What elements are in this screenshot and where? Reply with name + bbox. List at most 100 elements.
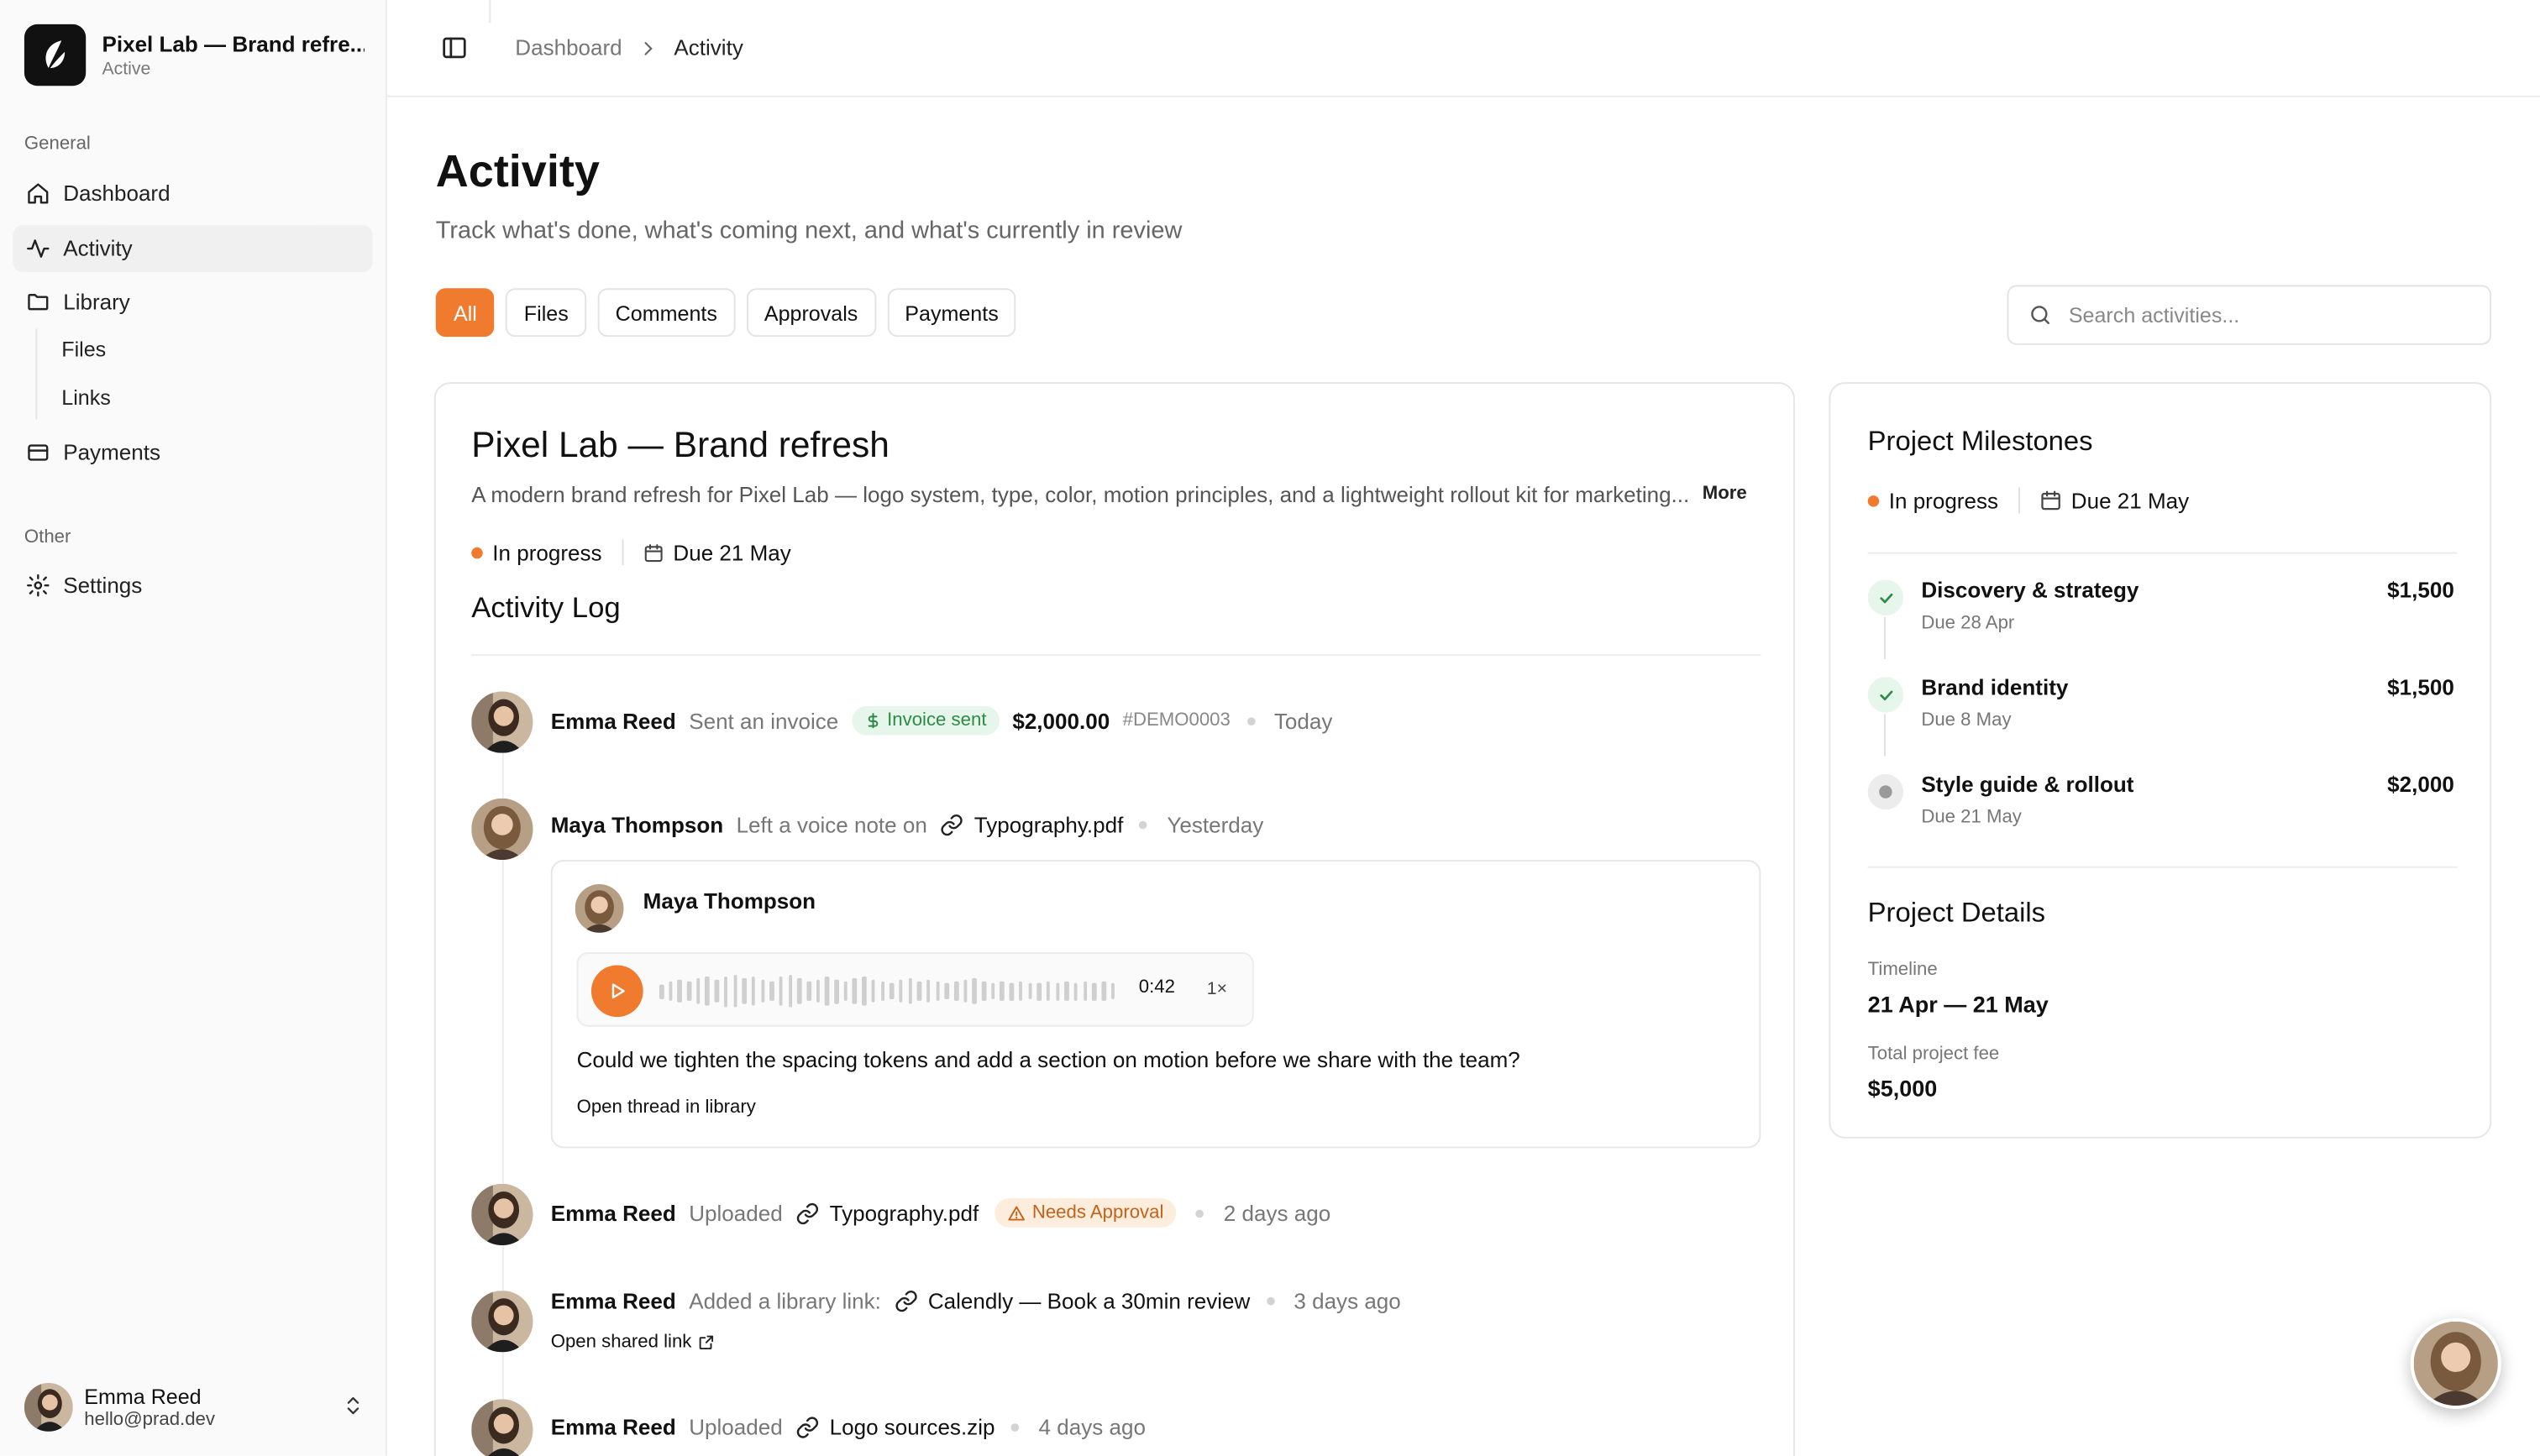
fee-value: $5,000 xyxy=(1867,1075,1938,1102)
page-subtitle: Track what's done, what's coming next, a… xyxy=(435,217,1183,245)
user-menu[interactable]: Emma Reed hello@prad.dev xyxy=(24,1383,368,1432)
library-link[interactable]: Calendly — Book a 30min review xyxy=(894,1289,1250,1313)
file-link[interactable]: Logo sources.zip xyxy=(795,1416,994,1440)
waveform-bar xyxy=(695,977,701,1004)
sidebar-item-library[interactable]: Library xyxy=(13,279,372,326)
status-badge: In progress xyxy=(1888,488,1999,513)
sidebar-item-activity[interactable]: Activity xyxy=(13,225,373,273)
warning-icon xyxy=(1008,1205,1026,1220)
list-item: Emma Reed Uploaded Logo sources.zip 4 da… xyxy=(551,1416,1146,1440)
play-icon xyxy=(611,983,625,999)
workspace-switcher[interactable]: Pixel Lab — Brand refre... Active xyxy=(24,24,365,86)
sidebar-item-payments[interactable]: Payments xyxy=(13,429,372,476)
home-icon xyxy=(28,183,49,204)
voice-note-author: Maya Thompson xyxy=(643,888,816,914)
timestamp: 4 days ago xyxy=(1038,1415,1146,1440)
waveform-bar xyxy=(1083,981,1088,1001)
sidebar-item-settings[interactable]: Settings xyxy=(13,562,372,609)
user-avatar xyxy=(24,1383,73,1432)
folder-icon xyxy=(28,294,49,311)
actor-name[interactable]: Emma Reed xyxy=(551,1416,676,1440)
filter-comments[interactable]: Comments xyxy=(597,288,736,338)
filter-files[interactable]: Files xyxy=(506,288,586,338)
invoice-amount: $2,000.00 xyxy=(1012,708,1110,733)
badge-label: Needs Approval xyxy=(1031,1202,1164,1223)
fee-label: Total project fee xyxy=(1867,1044,2000,1065)
voice-note-card: Maya Thompson 0:42 1× Could we tighten t… xyxy=(550,860,1761,1149)
waveform-bar xyxy=(963,979,968,1003)
milestones-status-row: In progress Due 21 May xyxy=(1867,487,2189,514)
user-email: hello@prad.dev xyxy=(84,1410,215,1430)
audio-duration: 0:42 xyxy=(1138,977,1175,998)
separator-dot xyxy=(1266,1296,1275,1306)
waveform-bar xyxy=(668,981,673,1001)
workspace-status: Active xyxy=(102,59,151,79)
file-link[interactable]: Typography.pdf xyxy=(940,813,1123,837)
actor-name[interactable]: Emma Reed xyxy=(551,1201,676,1225)
workspace-logo-icon xyxy=(24,24,87,86)
status-dot xyxy=(471,546,483,558)
waveform-bar xyxy=(899,979,903,1003)
actor-name[interactable]: Emma Reed xyxy=(551,1289,676,1313)
invoice-ref: #DEMO0003 xyxy=(1122,710,1231,731)
timestamp: 2 days ago xyxy=(1223,1201,1331,1225)
action-text: Uploaded xyxy=(689,1201,783,1225)
waveform-bar xyxy=(917,981,921,1001)
waveform-bar xyxy=(853,977,858,1004)
list-item: Emma Reed Uploaded Typography.pdf Needs … xyxy=(551,1198,1330,1228)
divider xyxy=(1867,552,2458,554)
section-label-general: General xyxy=(24,134,91,155)
waveform-bar xyxy=(677,979,682,1003)
waveform-bar xyxy=(686,981,691,1001)
breadcrumb-dashboard[interactable]: Dashboard xyxy=(515,35,622,60)
activity-log-title: Activity Log xyxy=(471,590,621,624)
voice-note-transcript: Could we tighten the spacing tokens and … xyxy=(576,1047,1520,1072)
action-text: Sent an invoice xyxy=(689,708,839,733)
avatar xyxy=(471,798,533,861)
waveform-bar xyxy=(1064,981,1069,1001)
activity-icon xyxy=(27,239,50,258)
sidebar-item-dashboard[interactable]: Dashboard xyxy=(13,170,372,217)
playback-speed-button[interactable]: 1× xyxy=(1207,980,1227,999)
sidebar-item-links[interactable]: Links xyxy=(61,385,111,410)
filter-approvals[interactable]: Approvals xyxy=(746,288,876,338)
open-thread-link[interactable]: Open thread in library xyxy=(577,1098,756,1118)
chevron-up-down-icon xyxy=(347,1396,359,1415)
filter-all[interactable]: All xyxy=(435,288,496,338)
waveform-bar xyxy=(890,982,894,999)
calendar-icon xyxy=(643,543,662,562)
milestone-due: Due 8 May xyxy=(1921,710,2012,731)
link-name: Calendly — Book a 30min review xyxy=(927,1289,1251,1314)
actor-name[interactable]: Maya Thompson xyxy=(551,813,723,837)
waveform-bar xyxy=(972,977,977,1004)
floating-chat-avatar[interactable] xyxy=(2410,1317,2501,1409)
waveform-bar xyxy=(1101,981,1106,1001)
open-shared-link-label: Open shared link xyxy=(550,1333,692,1353)
check-icon xyxy=(1867,677,1904,713)
dollar-icon xyxy=(867,713,878,729)
actor-name[interactable]: Emma Reed xyxy=(551,709,676,733)
play-button[interactable] xyxy=(590,965,643,1018)
milestone-amount: $2,000 xyxy=(2387,772,2454,797)
waveform-bar xyxy=(1055,982,1060,1000)
open-shared-link[interactable]: Open shared link xyxy=(551,1333,715,1352)
link-icon xyxy=(796,1417,819,1438)
file-link[interactable]: Typography.pdf xyxy=(795,1201,979,1225)
sidebar-item-files[interactable]: Files xyxy=(61,337,106,361)
audio-waveform[interactable] xyxy=(659,975,1120,1008)
waveform-bar xyxy=(769,981,774,1001)
search-input[interactable] xyxy=(2068,302,2458,327)
waveform-bar xyxy=(880,981,885,1001)
user-name: Emma Reed xyxy=(84,1384,202,1409)
file-name: Typography.pdf xyxy=(829,1201,979,1225)
waveform-bar xyxy=(659,983,664,998)
filter-payments[interactable]: Payments xyxy=(887,288,1016,338)
sidebar-item-label: Settings xyxy=(63,573,143,598)
waveform-bar xyxy=(843,981,848,1001)
waveform-bar xyxy=(1073,982,1078,1000)
more-link[interactable]: More xyxy=(1703,484,1747,507)
sidebar: Pixel Lab — Brand refre... Active Genera… xyxy=(0,0,387,1456)
avatar xyxy=(471,691,533,753)
project-status-row: In progress Due 21 May xyxy=(471,539,791,566)
sidebar-toggle-button[interactable] xyxy=(441,34,469,70)
